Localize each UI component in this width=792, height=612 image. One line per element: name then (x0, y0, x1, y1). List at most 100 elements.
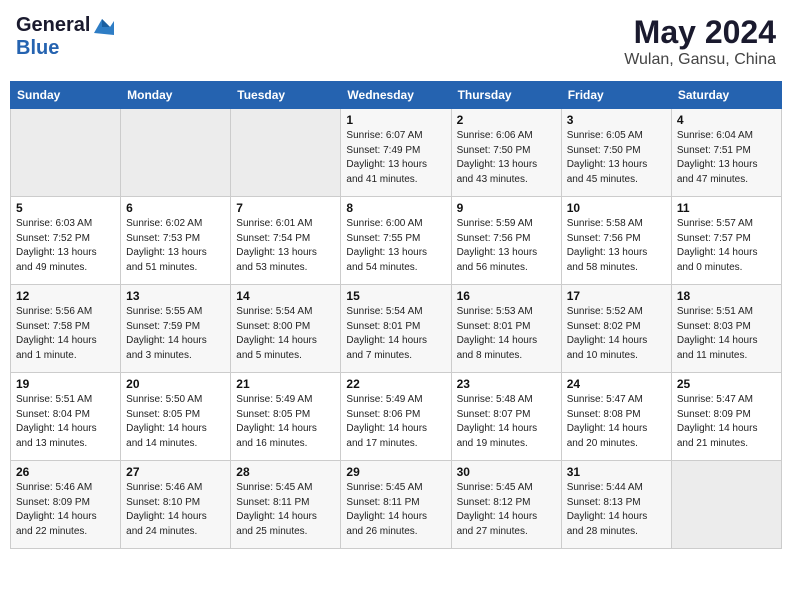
page-header: General Blue May 2024 Wulan, Gansu, Chin… (10, 10, 782, 73)
weekday-header: Monday (121, 82, 231, 109)
calendar-week-row: 12 Sunrise: 5:56 AMSunset: 7:58 PMDayligh… (11, 285, 782, 373)
day-info: Sunrise: 5:46 AMSunset: 8:10 PMDaylight:… (126, 481, 225, 539)
day-number: 11 (677, 201, 776, 215)
day-number: 30 (457, 465, 556, 479)
calendar-cell: 17Sunrise: 5:52 AMSunset: 8:02 PMDayligh… (561, 285, 671, 373)
day-number: 23 (457, 377, 556, 391)
weekday-header: Thursday (451, 82, 561, 109)
calendar-cell: 13Sunrise: 5:55 AMSunset: 7:59 PMDayligh… (121, 285, 231, 373)
calendar-cell: 19Sunrise: 5:51 AMSunset: 8:04 PMDayligh… (11, 373, 121, 461)
day-number: 27 (126, 465, 225, 479)
day-info: Sunrise: 6:00 AMSunset: 7:55 PMDaylight:… (346, 217, 445, 275)
calendar-cell: 1 Sunrise: 6:07 AMSunset: 7:49 PMDaylight… (341, 109, 451, 197)
day-number: 26 (16, 465, 115, 479)
day-info: Sunrise: 5:49 AMSunset: 8:05 PMDaylight:… (236, 393, 335, 451)
calendar-cell: 20 Sunrise: 5:50 AMSunset: 8:05 PMDayligh… (121, 373, 231, 461)
calendar-cell: 22Sunrise: 5:49 AMSunset: 8:06 PMDayligh… (341, 373, 451, 461)
calendar: SundayMondayTuesdayWednesdayThursdayFrid… (10, 81, 782, 549)
calendar-week-row: 1 Sunrise: 6:07 AMSunset: 7:49 PMDaylight… (11, 109, 782, 197)
day-info: Sunrise: 6:06 AMSunset: 7:50 PMDaylight:… (457, 129, 556, 187)
day-info: Sunrise: 6:07 AMSunset: 7:49 PMDaylight:… (346, 129, 445, 187)
day-info: Sunrise: 5:50 AMSunset: 8:05 PMDaylight:… (126, 393, 225, 451)
day-number: 15 (346, 289, 445, 303)
day-number: 1 (346, 113, 445, 127)
day-number: 10 (567, 201, 666, 215)
day-info: Sunrise: 6:05 AMSunset: 7:50 PMDaylight:… (567, 129, 666, 187)
calendar-cell: 2 Sunrise: 6:06 AMSunset: 7:50 PMDaylight… (451, 109, 561, 197)
weekday-header: Wednesday (341, 82, 451, 109)
day-number: 7 (236, 201, 335, 215)
month-title: May 2024 (624, 14, 776, 51)
day-info: Sunrise: 5:53 AMSunset: 8:01 PMDaylight:… (457, 305, 556, 363)
day-number: 12 (16, 289, 115, 303)
day-number: 2 (457, 113, 556, 127)
calendar-cell: 23 Sunrise: 5:48 AMSunset: 8:07 PMDayligh… (451, 373, 561, 461)
calendar-cell: 26Sunrise: 5:46 AMSunset: 8:09 PMDayligh… (11, 461, 121, 549)
calendar-cell: 3Sunrise: 6:05 AMSunset: 7:50 PMDaylight… (561, 109, 671, 197)
logo-blue: Blue (16, 37, 59, 60)
day-info: Sunrise: 5:52 AMSunset: 8:02 PMDaylight:… (567, 305, 666, 363)
calendar-cell: 21 Sunrise: 5:49 AMSunset: 8:05 PMDayligh… (231, 373, 341, 461)
day-info: Sunrise: 5:45 AMSunset: 8:11 PMDaylight:… (236, 481, 335, 539)
day-info: Sunrise: 5:45 AMSunset: 8:11 PMDaylight:… (346, 481, 445, 539)
day-info: Sunrise: 5:56 AMSunset: 7:58 PMDaylight:… (16, 305, 115, 363)
calendar-cell: 8 Sunrise: 6:00 AMSunset: 7:55 PMDaylight… (341, 197, 451, 285)
day-info: Sunrise: 6:04 AMSunset: 7:51 PMDaylight:… (677, 129, 776, 187)
day-info: Sunrise: 5:44 AMSunset: 8:13 PMDaylight:… (567, 481, 666, 539)
logo: General Blue (16, 14, 114, 60)
calendar-cell: 25 Sunrise: 5:47 AMSunset: 8:09 PMDayligh… (671, 373, 781, 461)
day-number: 18 (677, 289, 776, 303)
calendar-cell: 31 Sunrise: 5:44 AMSunset: 8:13 PMDayligh… (561, 461, 671, 549)
day-info: Sunrise: 5:59 AMSunset: 7:56 PMDaylight:… (457, 217, 556, 275)
calendar-cell: 18Sunrise: 5:51 AMSunset: 8:03 PMDayligh… (671, 285, 781, 373)
day-info: Sunrise: 5:58 AMSunset: 7:56 PMDaylight:… (567, 217, 666, 275)
location: Wulan, Gansu, China (624, 51, 776, 69)
calendar-cell: 15 Sunrise: 5:54 AMSunset: 8:01 PMDayligh… (341, 285, 451, 373)
calendar-cell: 4Sunrise: 6:04 AMSunset: 7:51 PMDaylight… (671, 109, 781, 197)
day-info: Sunrise: 6:03 AMSunset: 7:52 PMDaylight:… (16, 217, 115, 275)
day-info: Sunrise: 5:47 AMSunset: 8:09 PMDaylight:… (677, 393, 776, 451)
calendar-cell: 24Sunrise: 5:47 AMSunset: 8:08 PMDayligh… (561, 373, 671, 461)
day-info: Sunrise: 6:01 AMSunset: 7:54 PMDaylight:… (236, 217, 335, 275)
day-number: 22 (346, 377, 445, 391)
day-info: Sunrise: 5:51 AMSunset: 8:04 PMDaylight:… (16, 393, 115, 451)
calendar-cell (121, 109, 231, 197)
day-info: Sunrise: 6:02 AMSunset: 7:53 PMDaylight:… (126, 217, 225, 275)
day-info: Sunrise: 5:45 AMSunset: 8:12 PMDaylight:… (457, 481, 556, 539)
calendar-cell: 9 Sunrise: 5:59 AMSunset: 7:56 PMDaylight… (451, 197, 561, 285)
day-number: 24 (567, 377, 666, 391)
day-number: 25 (677, 377, 776, 391)
day-number: 9 (457, 201, 556, 215)
calendar-week-row: 19Sunrise: 5:51 AMSunset: 8:04 PMDayligh… (11, 373, 782, 461)
day-number: 29 (346, 465, 445, 479)
calendar-week-row: 26Sunrise: 5:46 AMSunset: 8:09 PMDayligh… (11, 461, 782, 549)
weekday-header: Saturday (671, 82, 781, 109)
title-area: May 2024 Wulan, Gansu, China (624, 14, 776, 69)
day-info: Sunrise: 5:54 AMSunset: 8:01 PMDaylight:… (346, 305, 445, 363)
day-number: 28 (236, 465, 335, 479)
day-number: 20 (126, 377, 225, 391)
calendar-week-row: 5 Sunrise: 6:03 AMSunset: 7:52 PMDaylight… (11, 197, 782, 285)
calendar-cell (231, 109, 341, 197)
day-number: 8 (346, 201, 445, 215)
calendar-cell: 29 Sunrise: 5:45 AMSunset: 8:11 PMDayligh… (341, 461, 451, 549)
logo-icon (92, 17, 114, 35)
calendar-cell: 5 Sunrise: 6:03 AMSunset: 7:52 PMDaylight… (11, 197, 121, 285)
calendar-cell: 10 Sunrise: 5:58 AMSunset: 7:56 PMDayligh… (561, 197, 671, 285)
day-info: Sunrise: 5:57 AMSunset: 7:57 PMDaylight:… (677, 217, 776, 275)
calendar-cell: 30 Sunrise: 5:45 AMSunset: 8:12 PMDayligh… (451, 461, 561, 549)
calendar-cell: 11 Sunrise: 5:57 AMSunset: 7:57 PMDayligh… (671, 197, 781, 285)
calendar-cell (11, 109, 121, 197)
logo-general: General (16, 14, 90, 37)
day-number: 5 (16, 201, 115, 215)
calendar-cell: 27 Sunrise: 5:46 AMSunset: 8:10 PMDayligh… (121, 461, 231, 549)
weekday-header: Friday (561, 82, 671, 109)
day-info: Sunrise: 5:55 AMSunset: 7:59 PMDaylight:… (126, 305, 225, 363)
day-info: Sunrise: 5:48 AMSunset: 8:07 PMDaylight:… (457, 393, 556, 451)
day-number: 14 (236, 289, 335, 303)
day-info: Sunrise: 5:54 AMSunset: 8:00 PMDaylight:… (236, 305, 335, 363)
weekday-header: Tuesday (231, 82, 341, 109)
day-number: 31 (567, 465, 666, 479)
day-number: 21 (236, 377, 335, 391)
calendar-cell: 6Sunrise: 6:02 AMSunset: 7:53 PMDaylight… (121, 197, 231, 285)
